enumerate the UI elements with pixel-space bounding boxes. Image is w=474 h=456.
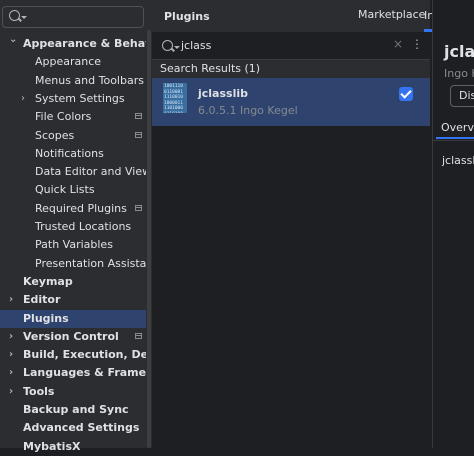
sidebar-item-label: File Colors [35, 110, 92, 124]
chevron-right-icon[interactable]: › [21, 90, 25, 108]
sidebar-item-path-variables[interactable]: Path Variables [0, 236, 152, 254]
sidebar-item-label: Advanced Settings [23, 421, 140, 435]
sidebar-item-version-control[interactable]: › Version Control [0, 328, 152, 346]
sidebar-item-label: Editor [23, 293, 61, 307]
plugin-enabled-checkbox[interactable] [399, 87, 413, 101]
detail-divider [432, 140, 474, 141]
plugin-description: jclasslib [442, 154, 474, 167]
sidebar-item-keymap[interactable]: Keymap [0, 273, 152, 291]
sidebar-item-label: Data Editor and Viewer [35, 165, 163, 179]
sidebar-item-label: MybatisX [23, 439, 81, 453]
sidebar-item-label: Keymap [23, 274, 73, 288]
project-level-icon [135, 113, 142, 120]
chevron-right-icon[interactable]: › [9, 346, 13, 364]
search-icon [162, 40, 173, 51]
sidebar-item-label: Path Variables [35, 238, 113, 252]
chevron-right-icon[interactable]: › [9, 291, 13, 309]
search-history-dropdown-icon[interactable] [21, 16, 27, 19]
sidebar-item-file-colors[interactable]: File Colors [0, 108, 152, 126]
plugin-icon: 1001110011000111100101000011110100001101… [163, 83, 187, 113]
search-icon [9, 10, 20, 21]
chevron-right-icon[interactable]: › [9, 383, 13, 401]
sidebar-item-mybatisx[interactable]: MybatisX [0, 438, 152, 456]
sidebar-item-trusted-locations[interactable]: Trusted Locations [0, 218, 152, 236]
sidebar-item-label: Scopes [35, 128, 75, 142]
tab-marketplace[interactable]: Marketplace [358, 8, 425, 21]
clear-search-icon[interactable]: × [393, 37, 403, 51]
sidebar-item-label: Quick Lists [35, 183, 95, 197]
sidebar-item-backup-and-sync[interactable]: Backup and Sync [0, 401, 152, 419]
sidebar-item-required-plugins[interactable]: Required Plugins [0, 200, 152, 218]
settings-search-input[interactable] [2, 6, 144, 28]
sidebar-item-label: Appearance [35, 55, 102, 69]
plugin-detail-title: jclas [444, 42, 474, 61]
search-results-header: Search Results (1) [152, 60, 430, 78]
sidebar-item-label: Version Control [23, 329, 119, 343]
sidebar-item-label: Notifications [35, 146, 104, 160]
tab-overview[interactable]: Overvie [441, 121, 474, 134]
tab-overview-indicator [436, 137, 474, 139]
sidebar-item-label: System Settings [35, 91, 125, 105]
sidebar-item-label: Backup and Sync [23, 403, 129, 416]
sidebar-item-plugins[interactable]: Plugins [0, 309, 152, 328]
sidebar-item-tools[interactable]: › Tools [0, 383, 152, 401]
sidebar-item-label: Menus and Toolbars [35, 73, 144, 87]
sidebar-item-presentation-assistant[interactable]: Presentation Assistant [0, 255, 158, 273]
search-options-dropdown-icon[interactable] [174, 46, 180, 49]
plugin-list-item[interactable] [152, 78, 430, 126]
plugins-title: Plugins [164, 10, 210, 23]
more-options-icon[interactable]: ⋮ [411, 37, 423, 51]
sidebar-item-system-settings[interactable]: › System Settings [0, 90, 152, 108]
sidebar-item-editor[interactable]: › Editor [0, 291, 152, 309]
chevron-down-icon[interactable]: ⌄ [9, 31, 17, 49]
sidebar-item-menus-and-toolbars[interactable]: Menus and Toolbars [0, 72, 152, 90]
sidebar-item-notifications[interactable]: Notifications [0, 145, 152, 163]
sidebar-item-languages-frameworks[interactable]: › Languages & Frameworks [0, 364, 183, 382]
disable-button[interactable]: Dis [450, 85, 474, 107]
sidebar-item-data-editor-and-viewer[interactable]: Data Editor and Viewer [0, 163, 162, 181]
sidebar-item-build-execution-deploym[interactable]: › Build, Execution, Deploym [0, 346, 186, 364]
plugin-version-vendor: 6.0.5.1 Ingo Kegel [198, 104, 298, 117]
project-level-icon [135, 131, 142, 138]
project-level-icon [135, 332, 142, 339]
sidebar-item-appearance-behavior[interactable]: ⌄ Appearance & Behavior [0, 34, 169, 53]
project-level-icon [135, 204, 142, 211]
sidebar-item-label: Required Plugins [35, 201, 127, 215]
chevron-right-icon[interactable]: › [9, 364, 13, 382]
sidebar-item-label: Presentation Assistant [35, 256, 158, 270]
chevron-right-icon[interactable]: › [9, 328, 13, 346]
sidebar-item-label: Trusted Locations [35, 220, 132, 233]
plugin-name: jclasslib [198, 87, 248, 100]
sidebar-item-quick-lists[interactable]: Quick Lists [0, 181, 152, 199]
sidebar-item-label: Tools [23, 384, 55, 398]
sidebar-item-scopes[interactable]: Scopes [0, 127, 152, 145]
sidebar-item-advanced-settings[interactable]: Advanced Settings [0, 419, 152, 437]
sidebar-item-appearance[interactable]: Appearance [0, 53, 152, 71]
plugin-search-value[interactable]: jclass [181, 39, 211, 52]
sidebar-item-label: Plugins [23, 311, 69, 325]
plugin-detail-vendor[interactable]: Ingo K [444, 67, 474, 80]
tree-scrollbar-thumb[interactable] [147, 30, 151, 448]
